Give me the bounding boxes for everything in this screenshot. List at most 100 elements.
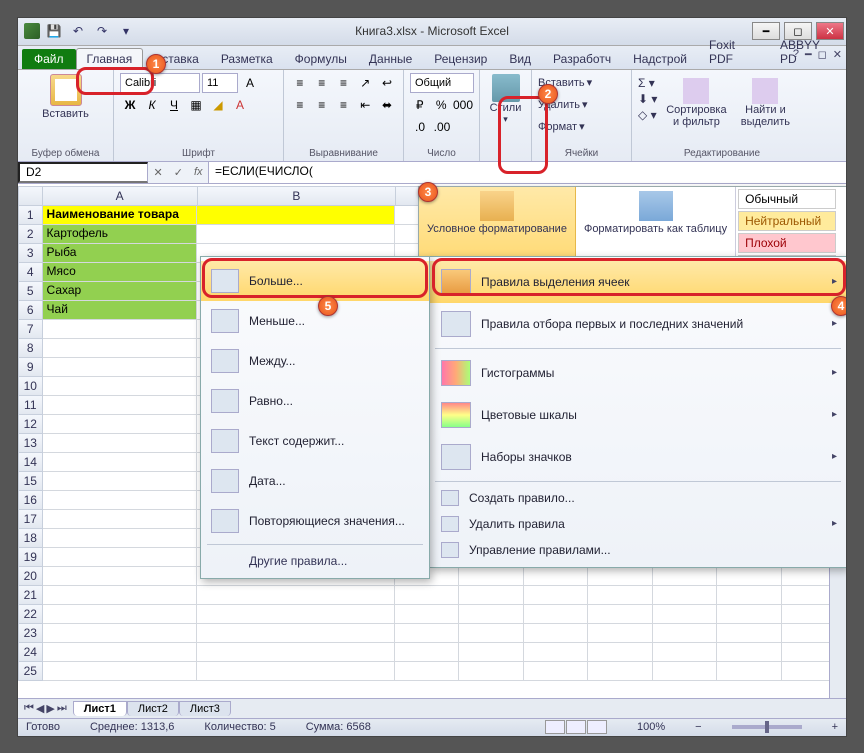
qat-redo-icon[interactable]: ↷ <box>92 21 112 41</box>
tab-layout[interactable]: Разметка <box>210 48 284 69</box>
cf-highlight-rules[interactable]: Правила выделения ячеек▸ <box>429 261 847 303</box>
rule-duplicate-values[interactable]: Повторяющиеся значения... <box>201 501 429 541</box>
sheet-nav-prev-icon[interactable]: ◀ <box>36 702 44 715</box>
rule-equal-to[interactable]: Равно... <box>201 381 429 421</box>
cell[interactable] <box>395 586 459 605</box>
sheet-tab-2[interactable]: Лист2 <box>127 701 179 716</box>
row-header[interactable]: 14 <box>18 453 43 472</box>
cell[interactable] <box>717 605 781 624</box>
row-header[interactable]: 12 <box>18 415 43 434</box>
fill-color-icon[interactable]: ◢ <box>208 95 228 115</box>
doc-restore-icon[interactable]: ◻ <box>818 48 827 61</box>
view-layout-icon[interactable] <box>566 720 586 734</box>
row-header[interactable]: 4 <box>18 263 43 282</box>
cell[interactable]: Рыба <box>43 244 198 263</box>
cell[interactable] <box>43 320 198 339</box>
cf-color-scales[interactable]: Цветовые шкалы▸ <box>429 394 847 436</box>
zoom-slider[interactable] <box>732 725 802 729</box>
sort-filter-button[interactable]: Сортировка и фильтр <box>663 76 729 130</box>
cells-format[interactable]: Формат <box>538 121 577 133</box>
row-header[interactable]: 13 <box>18 434 43 453</box>
cell[interactable] <box>717 624 781 643</box>
tab-home[interactable]: Главная <box>76 48 144 69</box>
row-header[interactable]: 21 <box>18 586 43 605</box>
row-header[interactable]: 3 <box>18 244 43 263</box>
cf-manage-rules[interactable]: Управление правилами... <box>429 537 847 563</box>
cf-new-rule[interactable]: Создать правило... <box>429 485 847 511</box>
view-break-icon[interactable] <box>587 720 607 734</box>
cell[interactable] <box>588 605 652 624</box>
border-icon[interactable]: ▦ <box>186 95 206 115</box>
find-select-button[interactable]: Найти и выделить <box>735 76 795 130</box>
row-header[interactable]: 10 <box>18 377 43 396</box>
row-header[interactable]: 18 <box>18 529 43 548</box>
cell[interactable] <box>43 662 198 681</box>
tab-view[interactable]: Вид <box>498 48 542 69</box>
cf-top-bottom-rules[interactable]: Правила отбора первых и последних значен… <box>429 303 847 345</box>
font-size-combo[interactable] <box>202 73 238 93</box>
cell[interactable] <box>43 434 198 453</box>
row-header[interactable]: 2 <box>18 225 43 244</box>
row-header[interactable]: 1 <box>18 206 43 225</box>
cell[interactable] <box>197 662 395 681</box>
tab-developer[interactable]: Разработч <box>542 48 622 69</box>
cell[interactable] <box>717 567 781 586</box>
cell[interactable] <box>653 662 717 681</box>
qat-more-icon[interactable]: ▾ <box>116 21 136 41</box>
cell[interactable] <box>43 567 198 586</box>
rule-text-contains[interactable]: Текст содержит... <box>201 421 429 461</box>
cell[interactable]: Чай <box>43 301 198 320</box>
sheet-nav-first-icon[interactable]: ⏮ <box>24 702 34 715</box>
font-name-combo[interactable] <box>120 73 200 93</box>
align-top-icon[interactable]: ≡ <box>290 73 310 93</box>
tab-formulas[interactable]: Формулы <box>284 48 358 69</box>
ribbon-help-icon[interactable]: ? <box>793 48 799 61</box>
cell[interactable] <box>524 624 588 643</box>
cell[interactable] <box>588 662 652 681</box>
cell[interactable] <box>459 662 523 681</box>
select-all-corner[interactable] <box>18 186 43 206</box>
cf-data-bars[interactable]: Гистограммы▸ <box>429 352 847 394</box>
row-header[interactable]: 5 <box>18 282 43 301</box>
autosum-icon[interactable]: Σ ▾ <box>638 76 657 90</box>
orient-icon[interactable]: ↗ <box>355 73 375 93</box>
style-bad[interactable]: Плохой <box>738 233 836 253</box>
inc-decimal-icon[interactable]: .0 <box>410 117 430 137</box>
sheet-tab-3[interactable]: Лист3 <box>179 701 231 716</box>
cell[interactable]: Картофель <box>43 225 198 244</box>
zoom-out-icon[interactable]: − <box>695 721 701 733</box>
cell[interactable] <box>588 567 652 586</box>
zoom-level[interactable]: 100% <box>637 721 665 733</box>
cell[interactable] <box>43 510 198 529</box>
col-header[interactable]: B <box>198 186 396 206</box>
sheet-nav-last-icon[interactable]: ⏭ <box>57 702 67 715</box>
cell[interactable] <box>524 567 588 586</box>
style-neutral[interactable]: Нейтральный <box>738 211 836 231</box>
cell[interactable] <box>653 586 717 605</box>
tab-data[interactable]: Данные <box>358 48 423 69</box>
style-normal[interactable]: Обычный <box>738 189 836 209</box>
row-header[interactable]: 25 <box>18 662 43 681</box>
doc-minimize-icon[interactable]: ━ <box>805 48 812 61</box>
cell[interactable] <box>395 624 459 643</box>
cell[interactable] <box>197 206 395 225</box>
sheet-nav-next-icon[interactable]: ▶ <box>46 702 54 715</box>
italic-icon[interactable]: К <box>142 95 162 115</box>
cell[interactable] <box>43 453 198 472</box>
cell[interactable] <box>717 586 781 605</box>
cell[interactable] <box>588 586 652 605</box>
fbar-cancel-icon[interactable]: ✕ <box>154 166 163 179</box>
merge-icon[interactable]: ⬌ <box>377 95 397 115</box>
cf-icon-sets[interactable]: Наборы значков▸ <box>429 436 847 478</box>
row-header[interactable]: 23 <box>18 624 43 643</box>
cell[interactable] <box>43 548 198 567</box>
paste-button[interactable]: Вставить <box>24 72 107 122</box>
cell[interactable] <box>653 567 717 586</box>
cell[interactable] <box>459 586 523 605</box>
cell[interactable] <box>197 225 395 244</box>
cell[interactable] <box>459 643 523 662</box>
view-normal-icon[interactable] <box>545 720 565 734</box>
dec-decimal-icon[interactable]: .00 <box>432 117 452 137</box>
rule-between[interactable]: Между... <box>201 341 429 381</box>
cell[interactable]: Мясо <box>43 263 198 282</box>
